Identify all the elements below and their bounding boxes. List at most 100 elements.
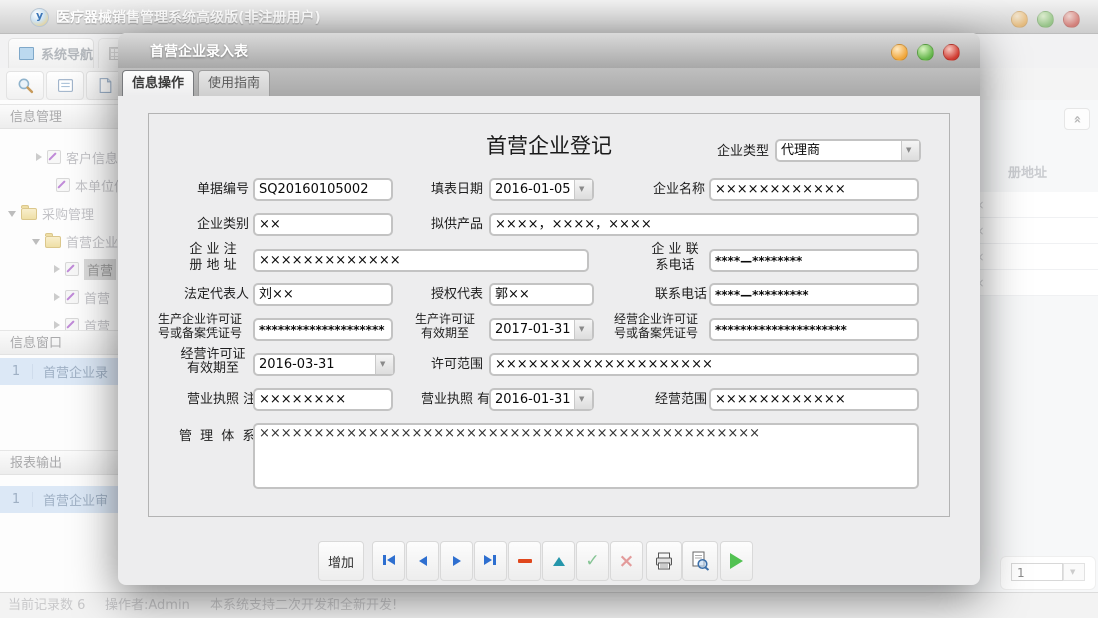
search-button[interactable] [6, 71, 44, 100]
license-scope-input[interactable]: ×××××××××××××××××××× [489, 353, 919, 376]
company-type-select[interactable]: 代理商 [775, 139, 921, 162]
form-panel: 首营企业登记 企业类型 代理商 单据编号 SQ20160105002 填表日期 … [148, 113, 950, 517]
company-type-label: 企业类型 [711, 144, 769, 160]
prod-license-no-label: 生产企业许可证 号或备案凭证号 [149, 312, 251, 340]
list-item-number: 1 [0, 492, 33, 507]
collapse-panel-button[interactable] [1064, 108, 1090, 130]
statusbar: 当前记录数 6 操作者:Admin 本系统支持二次开发和全新开发! [0, 592, 1098, 618]
tab-user-guide[interactable]: 使用指南 [198, 70, 270, 96]
print-preview-button[interactable] [682, 541, 718, 581]
dropdown-arrow-icon[interactable] [375, 355, 393, 374]
grid-column-header[interactable]: 册地址 [1008, 162, 1047, 181]
dialog-close-button[interactable] [943, 44, 960, 61]
tag-icon [65, 290, 79, 304]
dropdown-arrow-icon[interactable] [574, 180, 592, 199]
fill-date-value: 2016-01-05 [491, 180, 574, 199]
dialog-minimize-button[interactable] [891, 44, 908, 61]
company-phone-input[interactable]: ****—******** [709, 249, 919, 272]
x-icon [619, 550, 635, 572]
cancel-button[interactable] [610, 541, 643, 581]
first-record-icon [382, 554, 395, 569]
reg-address-input[interactable]: ××××××××××××× [253, 249, 589, 272]
minus-icon [518, 559, 532, 563]
main-maximize-button[interactable] [1037, 11, 1054, 28]
add-button[interactable]: 增加 [318, 541, 364, 581]
reg-address-label: 企 业 注 册 地 址 [177, 242, 249, 274]
dropdown-arrow-icon[interactable] [574, 390, 592, 409]
blicense-reg-no-input[interactable]: ×××××××× [253, 388, 393, 411]
page-number-input[interactable]: 1 [1011, 563, 1063, 581]
tag-icon [65, 318, 79, 330]
main-titlebar[interactable]: 医疗器械销售管理系统高级版(非注册用户) [0, 0, 1098, 34]
expand-right-icon[interactable] [54, 293, 60, 301]
tree-item-label: 采购管理 [42, 204, 94, 223]
expand-down-icon[interactable] [8, 211, 16, 217]
card-list-icon [57, 77, 74, 94]
mgmt-system-textarea[interactable]: ××××××××××××××××××××××××××××××××××××××××… [253, 423, 919, 489]
doc-no-input[interactable]: SQ20160105002 [253, 178, 393, 201]
business-scope-input[interactable]: ×××××××××××× [709, 388, 919, 411]
last-record-button[interactable] [474, 541, 507, 581]
main-minimize-button[interactable] [1011, 11, 1028, 28]
fill-date-label: 填表日期 [421, 182, 483, 198]
expand-down-icon[interactable] [32, 239, 40, 245]
expand-right-icon[interactable] [54, 265, 60, 273]
first-record-button[interactable] [372, 541, 405, 581]
pager-dropdown-arrow-icon[interactable] [1063, 563, 1085, 581]
products-input[interactable]: ××××，××××，×××× [489, 213, 919, 236]
dropdown-arrow-icon[interactable] [574, 320, 592, 339]
tag-icon [47, 150, 61, 164]
dialog-titlebar[interactable]: 首营企业录入表 [118, 33, 980, 68]
tab-system-nav-label: 系统导航 [41, 44, 93, 63]
prev-record-button[interactable] [406, 541, 439, 581]
legal-rep-label: 法定代表人 [173, 287, 249, 303]
next-record-button[interactable] [440, 541, 473, 581]
tag-icon [65, 262, 79, 276]
blicense-expiry-select[interactable]: 2016-01-31 [489, 388, 594, 411]
op-license-no-input[interactable]: ********************* [709, 318, 919, 341]
prod-license-expiry-select[interactable]: 2017-01-31 [489, 318, 594, 341]
contact-phone-input[interactable]: ****—********* [709, 283, 919, 306]
legal-rep-input[interactable]: 刘×× [253, 283, 393, 306]
prod-license-expiry-label: 生产许可证 有效期至 [405, 312, 485, 340]
auth-rep-input[interactable]: 郭×× [489, 283, 594, 306]
fill-date-select[interactable]: 2016-01-05 [489, 178, 594, 201]
company-type-value: 代理商 [777, 141, 901, 160]
op-license-expiry-value: 2016-03-31 [255, 355, 375, 374]
printer-icon [654, 552, 674, 570]
delete-record-button[interactable] [508, 541, 541, 581]
list-item-label: 首营企业审 [33, 490, 108, 509]
app-icon [30, 8, 49, 27]
tree-item-label: 首营 [84, 259, 116, 280]
dropdown-arrow-icon[interactable] [901, 141, 919, 160]
print-button[interactable] [646, 541, 682, 581]
edit-record-button[interactable] [542, 541, 575, 581]
company-name-input[interactable]: ×××××××××××× [709, 178, 919, 201]
company-category-label: 企业类别 [179, 217, 249, 233]
first-run-enterprise-dialog: 首营企业录入表 信息操作 使用指南 首营企业登记 企业类型 代理商 单据编号 S… [118, 33, 980, 585]
contact-phone-label: 联系电话 [645, 287, 707, 303]
prev-record-icon [419, 556, 427, 566]
tab-system-nav[interactable]: 系统导航 [8, 38, 94, 68]
prod-license-no-input[interactable]: ******************** [253, 318, 393, 341]
folder-icon [45, 236, 61, 248]
main-window-title: 医疗器械销售管理系统高级版(非注册用户) [56, 7, 321, 27]
play-icon [730, 553, 743, 569]
expand-right-icon[interactable] [54, 321, 60, 329]
expand-right-icon[interactable] [36, 153, 42, 161]
status-operator: 操作者:Admin [105, 593, 190, 618]
dialog-maximize-button[interactable] [917, 44, 934, 61]
card-view-button[interactable] [46, 71, 84, 100]
tag-icon [56, 178, 70, 192]
main-close-button[interactable] [1063, 11, 1080, 28]
execute-button[interactable] [720, 541, 753, 581]
company-category-input[interactable]: ×× [253, 213, 393, 236]
check-icon [585, 551, 599, 571]
op-license-expiry-select[interactable]: 2016-03-31 [253, 353, 395, 376]
tab-info-operation[interactable]: 信息操作 [122, 70, 194, 96]
op-license-expiry-label: 经营许可证 有效期至 [175, 348, 251, 376]
triangle-up-icon [553, 557, 565, 566]
op-license-no-label: 经营企业许可证 号或备案凭证号 [605, 312, 707, 340]
license-scope-label: 许可范围 [417, 357, 483, 373]
confirm-button[interactable] [576, 541, 609, 581]
